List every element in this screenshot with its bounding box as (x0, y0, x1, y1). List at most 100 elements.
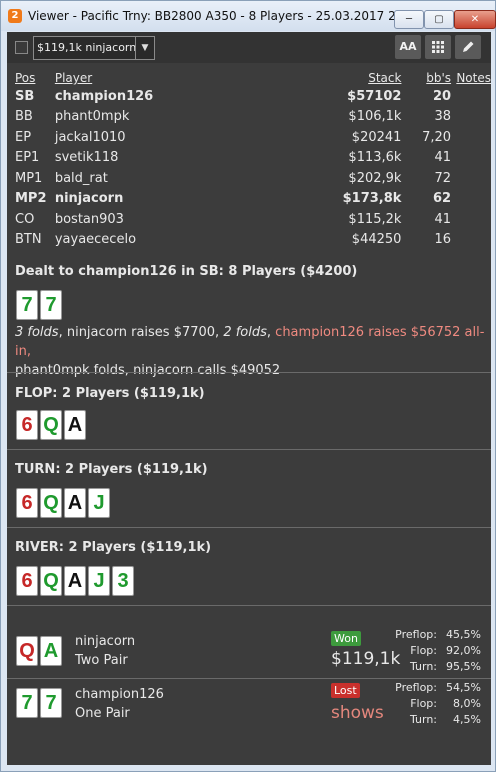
player-cell: ninjacorn (54, 191, 124, 207)
table-row[interactable]: MP2 ninjacorn $173,8k 62 (15, 189, 491, 210)
result-hand: Two Pair (75, 653, 128, 668)
table-row[interactable]: SB champion126 $57102 20 (15, 86, 491, 107)
playing-card: Q (40, 410, 62, 440)
equity-value: 8,0% (453, 697, 481, 710)
pos-cell: SB (15, 88, 35, 104)
player-checkbox[interactable] (15, 41, 28, 54)
divider (7, 372, 491, 373)
notes-cell (451, 107, 491, 128)
font-size-icon: AA (399, 40, 417, 53)
col-notes[interactable]: Notes (451, 70, 491, 86)
notes-cell (451, 148, 491, 169)
pos-cell: EP (15, 129, 32, 145)
equity-label: Preflop: (395, 681, 437, 694)
pencil-icon (463, 41, 474, 52)
col-player[interactable]: Player (55, 70, 307, 86)
bbs-cell: 7,20 (422, 129, 452, 145)
divider (7, 449, 491, 450)
player-cell: jackal1010 (54, 129, 126, 145)
river-title: RIVER: 2 Players ($119,1k) (15, 540, 212, 555)
result-shows: shows (331, 703, 384, 723)
playing-card: Q (40, 488, 62, 518)
table-row[interactable]: BTN yayaececelo $44250 16 (15, 230, 491, 251)
viewer-content: $119,1k ninjacorn ▼ AA Pos Player Stack … (7, 32, 491, 765)
playing-card: Q (40, 566, 62, 596)
bbs-cell: 38 (434, 109, 452, 125)
playing-card: A (64, 410, 86, 440)
result-cards: QA (16, 636, 64, 666)
close-icon: ✕ (470, 14, 480, 25)
maximize-icon: ▢ (434, 14, 444, 25)
pos-cell: BTN (15, 232, 42, 248)
font-size-button[interactable]: AA (395, 35, 421, 59)
player-select[interactable]: $119,1k ninjacorn ▼ (33, 36, 155, 60)
edit-button[interactable] (455, 35, 481, 59)
title-bar[interactable]: 2 Viewer - Pacific Trny: BB2800 A350 - 8… (1, 1, 496, 31)
flop-title: FLOP: 2 Players ($119,1k) (15, 386, 205, 401)
equity-label: Turn: (409, 713, 437, 726)
equity-label: Flop: (410, 644, 437, 657)
flop-cards: 6QA (16, 410, 88, 440)
table-row[interactable]: EP jackal1010 $20241 7,20 (15, 127, 491, 148)
chevron-down-icon[interactable]: ▼ (135, 37, 154, 59)
equity-label: Flop: (410, 697, 437, 710)
pos-cell: BB (15, 109, 33, 125)
playing-card: A (64, 488, 86, 518)
player-cell: bostan903 (54, 211, 124, 227)
col-pos[interactable]: Pos (15, 70, 55, 86)
maximize-button[interactable]: ▢ (424, 10, 454, 29)
bbs-cell: 72 (434, 170, 452, 186)
equity-value: 4,5% (453, 713, 481, 726)
bbs-cell: 20 (432, 88, 452, 104)
won-badge: Won (331, 631, 361, 646)
playing-card: 7 (40, 688, 62, 718)
notes-cell (451, 86, 491, 107)
divider (7, 527, 491, 528)
result-hand: One Pair (75, 706, 130, 721)
stack-cell: $44250 (351, 232, 402, 248)
action-sep: , (266, 325, 276, 340)
close-button[interactable]: ✕ (454, 10, 496, 29)
turn-cards: 6QAJ (16, 488, 112, 518)
stack-cell: $113,6k (348, 150, 402, 166)
notes-cell (451, 168, 491, 189)
stack-cell: $115,2k (348, 211, 402, 227)
hole-cards: 77 (16, 290, 64, 320)
col-stack[interactable]: Stack (307, 70, 401, 86)
playing-card: A (64, 566, 86, 596)
divider (7, 678, 491, 679)
notes-cell (451, 189, 491, 210)
player-cell: svetik118 (54, 150, 119, 166)
bbs-cell: 41 (434, 150, 452, 166)
player-select-value: $119,1k ninjacorn (37, 41, 137, 54)
bbs-cell: 16 (434, 232, 452, 248)
player-cell: yayaececelo (54, 232, 137, 248)
table-row[interactable]: BB phant0mpk $106,1k 38 (15, 107, 491, 128)
playing-card: 6 (16, 410, 38, 440)
table-row[interactable]: CO bostan903 $115,2k 41 (15, 209, 491, 230)
lost-badge: Lost (331, 683, 360, 698)
grid-button[interactable] (425, 35, 451, 59)
players-table: Pos Player Stack bb's Notes SB champion12… (15, 70, 491, 250)
notes-cell (451, 209, 491, 230)
table-row[interactable]: EP1 svetik118 $113,6k 41 (15, 148, 491, 169)
bbs-cell: 41 (434, 211, 452, 227)
app-icon: 2 (8, 9, 22, 23)
col-bbs[interactable]: bb's (401, 70, 451, 86)
equity-value: 45,5% (446, 628, 481, 641)
notes-cell (451, 127, 491, 148)
playing-card: 3 (112, 566, 134, 596)
stack-cell: $20241 (351, 129, 402, 145)
equity-label: Preflop: (395, 628, 437, 641)
player-cell: champion126 (54, 88, 154, 104)
playing-card: 7 (40, 290, 62, 320)
stack-cell: $57102 (347, 88, 402, 104)
equity-value: 54,5% (446, 681, 481, 694)
player-cell: phant0mpk (54, 109, 130, 125)
pos-cell: CO (15, 211, 35, 227)
playing-card: 7 (16, 688, 38, 718)
equity-value: 92,0% (446, 644, 481, 657)
table-row[interactable]: MP1 bald_rat $202,9k 72 (15, 168, 491, 189)
minimize-button[interactable]: ─ (394, 10, 424, 29)
toolbar: $119,1k ninjacorn ▼ AA (7, 32, 491, 63)
